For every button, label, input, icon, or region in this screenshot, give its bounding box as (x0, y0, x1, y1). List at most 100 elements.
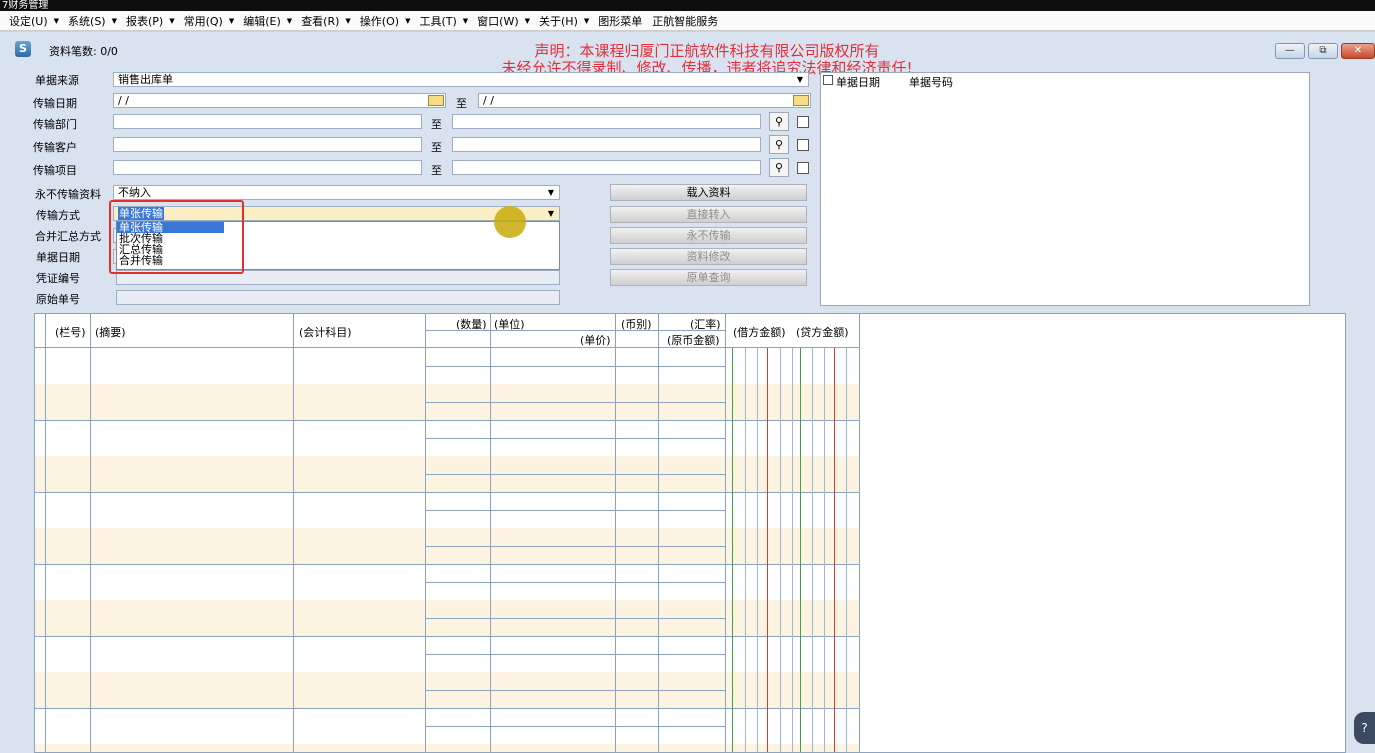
menu-settings[interactable]: 设定(U) (0, 13, 54, 29)
never-transfer-button[interactable]: 永不传输 (610, 227, 807, 244)
binoculars-icon[interactable]: ⚲ (769, 135, 789, 154)
highlight-box (109, 200, 244, 274)
amount-ruling (745, 348, 746, 752)
menu-smart-service[interactable]: 正航智能服务 (648, 13, 724, 29)
query-original-button[interactable]: 原单查询 (610, 269, 807, 286)
column-divider (45, 314, 46, 752)
col-doc-no: 单据号码 (909, 76, 953, 89)
select-all-checkbox[interactable] (823, 75, 833, 85)
merge-label: 合并汇总方式 (35, 230, 101, 243)
column-subdivider (490, 314, 491, 752)
binoculars-icon[interactable]: ⚲ (769, 158, 789, 177)
header-row-no: (栏号) (55, 326, 86, 339)
document-list-panel[interactable]: 单据日期 单据号码 (820, 72, 1310, 306)
restore-button[interactable]: ⧉ (1308, 43, 1338, 59)
row-subdivider (425, 690, 725, 691)
date-to-label: 至 (456, 97, 467, 110)
header-summary: (摘要) (95, 326, 126, 339)
never-transfer-value: 不纳入 (118, 186, 151, 199)
col-doc-date: 单据日期 (836, 76, 880, 89)
menu-tools[interactable]: 工具(T) (410, 13, 462, 29)
close-button[interactable]: ✕ (1341, 43, 1375, 59)
header-price: (单价) (580, 334, 611, 347)
menu-about[interactable]: 关于(H) (530, 13, 584, 29)
table-row[interactable] (35, 744, 859, 752)
header-account: (会计科目) (299, 326, 352, 339)
header-orig-amount: (原币金额) (667, 334, 720, 347)
amount-ruling (824, 348, 825, 752)
calendar-icon[interactable] (428, 95, 444, 106)
date-label: 传输日期 (33, 97, 77, 110)
row-subdivider (425, 510, 725, 511)
app-title: 7财务管理 (2, 0, 49, 11)
menu-edit[interactable]: 编辑(E) (234, 13, 287, 29)
date-to-field[interactable]: / / (478, 93, 811, 108)
menu-view[interactable]: 查看(R) (292, 13, 345, 29)
direct-transfer-button[interactable]: 直接转入 (610, 206, 807, 223)
menu-reports[interactable]: 报表(P) (117, 13, 169, 29)
dropdown-arrow-icon[interactable]: ▼ (545, 186, 557, 199)
never-transfer-select[interactable]: 不纳入 ▼ (113, 185, 560, 200)
menu-graphic[interactable]: 图形菜单 (589, 13, 648, 29)
row-subdivider (425, 654, 725, 655)
menu-bar: 设定(U) ▼ 系统(S) ▼ 报表(P) ▼ 常用(Q) ▼ 编辑(E) ▼ 查看(R)… (0, 11, 1375, 31)
calendar-icon[interactable] (793, 95, 809, 106)
menu-operations[interactable]: 操作(O) (351, 13, 405, 29)
customer-to-field[interactable] (452, 137, 761, 152)
header-debit: (借方金额) (733, 326, 786, 339)
minimize-button[interactable]: — (1275, 43, 1305, 59)
menu-common[interactable]: 常用(Q) (175, 13, 229, 29)
modify-data-button[interactable]: 资料修改 (610, 248, 807, 265)
dept-from-field[interactable] (113, 114, 422, 129)
row-subdivider (425, 366, 725, 367)
customer-from-field[interactable] (113, 137, 422, 152)
amount-ruling (757, 348, 758, 752)
load-data-button[interactable]: 载入资料 (610, 184, 807, 201)
method-label: 传输方式 (36, 209, 80, 222)
amount-ruling (792, 348, 793, 752)
source-value: 销售出库单 (118, 73, 173, 86)
customer-checkbox[interactable] (797, 139, 809, 151)
header-currency: (币别) (621, 318, 652, 331)
amount-ruling (834, 348, 835, 752)
row-subdivider (425, 438, 725, 439)
help-icon[interactable]: ? (1354, 712, 1375, 744)
date-from-field[interactable]: / / (113, 93, 446, 108)
voucher-grid[interactable]: (栏号) (摘要) (会计科目) (数量) (单位) (单价) (币别) (汇率… (34, 313, 1346, 753)
project-to-field[interactable] (452, 160, 761, 175)
header-qty: (数量) (456, 318, 487, 331)
source-select[interactable]: 销售出库单 ▼ (113, 72, 809, 87)
dept-to-field[interactable] (452, 114, 761, 129)
project-from-field[interactable] (113, 160, 422, 175)
column-divider (90, 314, 91, 752)
doc-date-label: 单据日期 (36, 251, 80, 264)
menu-system[interactable]: 系统(S) (59, 13, 112, 29)
row-subdivider (425, 474, 725, 475)
header-credit: (贷方金额) (796, 326, 849, 339)
dropdown-arrow-icon[interactable]: ▼ (545, 207, 557, 220)
column-divider (615, 314, 616, 752)
amount-ruling (812, 348, 813, 752)
column-divider (425, 314, 426, 752)
orig-no-field[interactable] (116, 290, 560, 305)
voucher-label: 凭证编号 (36, 272, 80, 285)
dept-to-label: 至 (431, 118, 442, 131)
binoculars-icon[interactable]: ⚲ (769, 112, 789, 131)
app-logo-icon: S (15, 41, 31, 57)
column-divider (293, 314, 294, 752)
menu-window[interactable]: 窗口(W) (468, 13, 524, 29)
record-count: 资料笔数: 0/0 (49, 45, 118, 58)
project-label: 传输项目 (33, 164, 77, 177)
amount-ruling (780, 348, 781, 752)
row-subdivider (425, 546, 725, 547)
dropdown-arrow-icon[interactable]: ▼ (794, 73, 806, 86)
project-checkbox[interactable] (797, 162, 809, 174)
window-header: S 资料笔数: 0/0 声明：本课程归厦门正航软件科技有限公司版权所有 未经允许… (12, 40, 1375, 77)
amount-ruling (846, 348, 847, 752)
transfer-window: S 资料笔数: 0/0 声明：本课程归厦门正航软件科技有限公司版权所有 未经允许… (0, 32, 1375, 753)
header-divider (35, 347, 859, 348)
dept-checkbox[interactable] (797, 116, 809, 128)
column-subdivider (658, 314, 659, 752)
amount-ruling (800, 348, 801, 752)
customer-to-label: 至 (431, 141, 442, 154)
